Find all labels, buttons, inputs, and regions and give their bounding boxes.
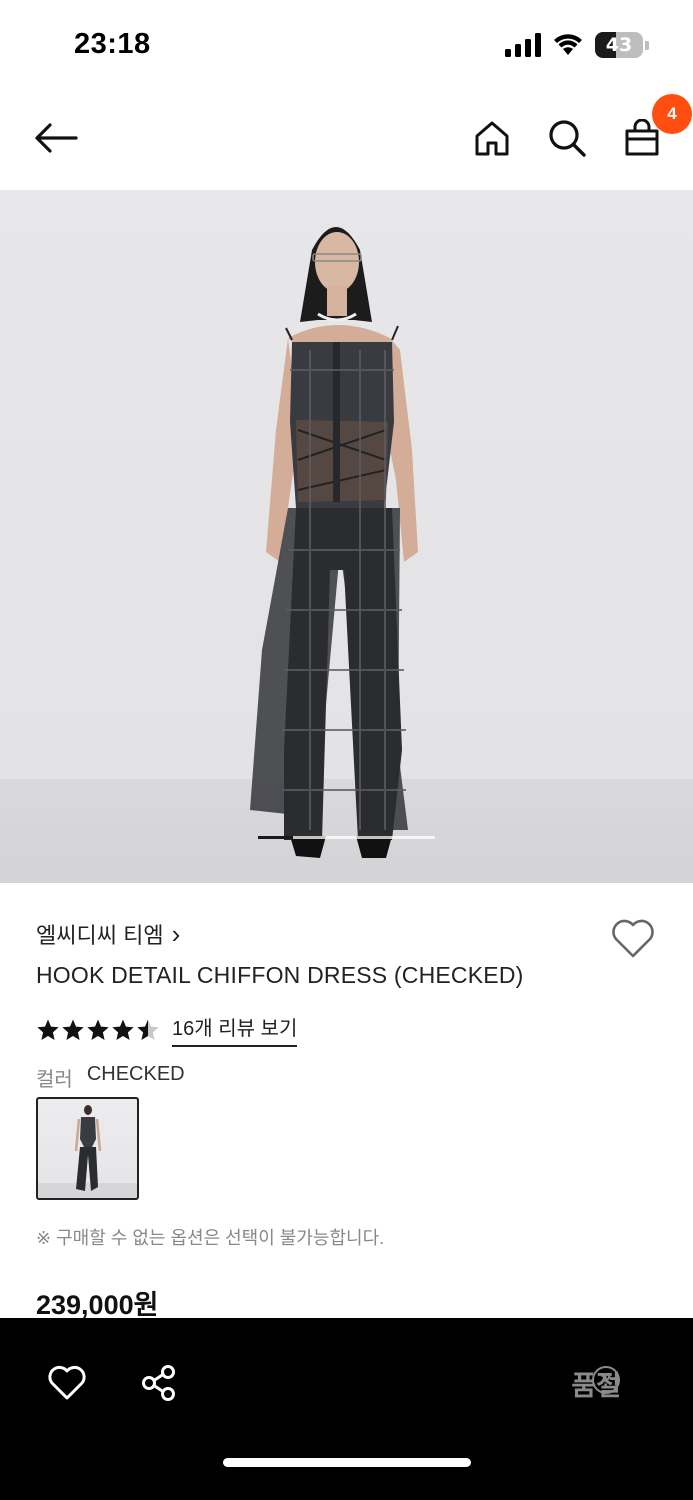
home-button[interactable] (464, 110, 520, 166)
back-button[interactable] (28, 110, 84, 166)
nav-bar: 4 (0, 90, 693, 190)
color-label: 컬러 (36, 1069, 73, 1091)
arrow-left-icon (35, 123, 78, 153)
brand-link[interactable]: 엘씨디씨 티엠 › (36, 918, 180, 950)
star-rating (36, 1018, 160, 1042)
bottom-action-bar: 품절 ? (0, 1318, 693, 1500)
status-bar: 23:18 43 (0, 0, 693, 90)
star-icon (87, 1019, 109, 1040)
chevron-right-icon: › (171, 919, 181, 949)
share-button[interactable] (136, 1360, 182, 1406)
search-button[interactable] (539, 110, 595, 166)
color-option-row: 컬러 CHECKED (36, 1063, 185, 1092)
rating-row: 16개 리뷰 보기 (36, 1012, 298, 1047)
product-price: 239,000원 (36, 1290, 159, 1320)
home-indicator (223, 1458, 471, 1467)
home-icon (475, 121, 509, 156)
star-icon (112, 1019, 134, 1040)
heart-icon (48, 1365, 86, 1400)
product-image-carousel[interactable] (0, 190, 693, 883)
swatch-thumbnail (74, 1105, 102, 1191)
signal-icon (505, 33, 541, 57)
search-icon (549, 120, 586, 157)
status-icons: 43 (505, 32, 649, 58)
product-photo (250, 227, 418, 858)
heart-icon (612, 919, 654, 958)
star-icon (137, 1019, 159, 1040)
product-title: HOOK DETAIL CHIFFON DRESS (CHECKED) (36, 962, 524, 988)
cart-count-badge: 4 (652, 94, 692, 134)
wishlist-button[interactable] (44, 1360, 90, 1406)
share-icon (142, 1365, 175, 1401)
brand-name: 엘씨디씨 티엠 (36, 923, 164, 948)
color-swatch-checked[interactable] (36, 1097, 139, 1200)
battery-icon: 43 (595, 32, 643, 58)
review-link[interactable]: 16개 리뷰 보기 (172, 1012, 298, 1047)
cart-button[interactable]: 4 (614, 94, 692, 166)
help-icon[interactable]: ? (592, 1366, 620, 1394)
option-notice: ※ 구매할 수 없는 옵션은 선택이 불가능합니다. (36, 1228, 385, 1248)
star-icon (62, 1019, 84, 1040)
battery-percent: 43 (605, 34, 633, 56)
status-time: 23:18 (74, 28, 151, 60)
wifi-icon (554, 34, 582, 55)
wishlist-heart-button[interactable] (610, 918, 656, 964)
color-value: CHECKED (86, 1063, 185, 1085)
carousel-indicator-active (258, 836, 294, 839)
carousel-indicator (258, 836, 435, 839)
star-icon (37, 1019, 59, 1040)
